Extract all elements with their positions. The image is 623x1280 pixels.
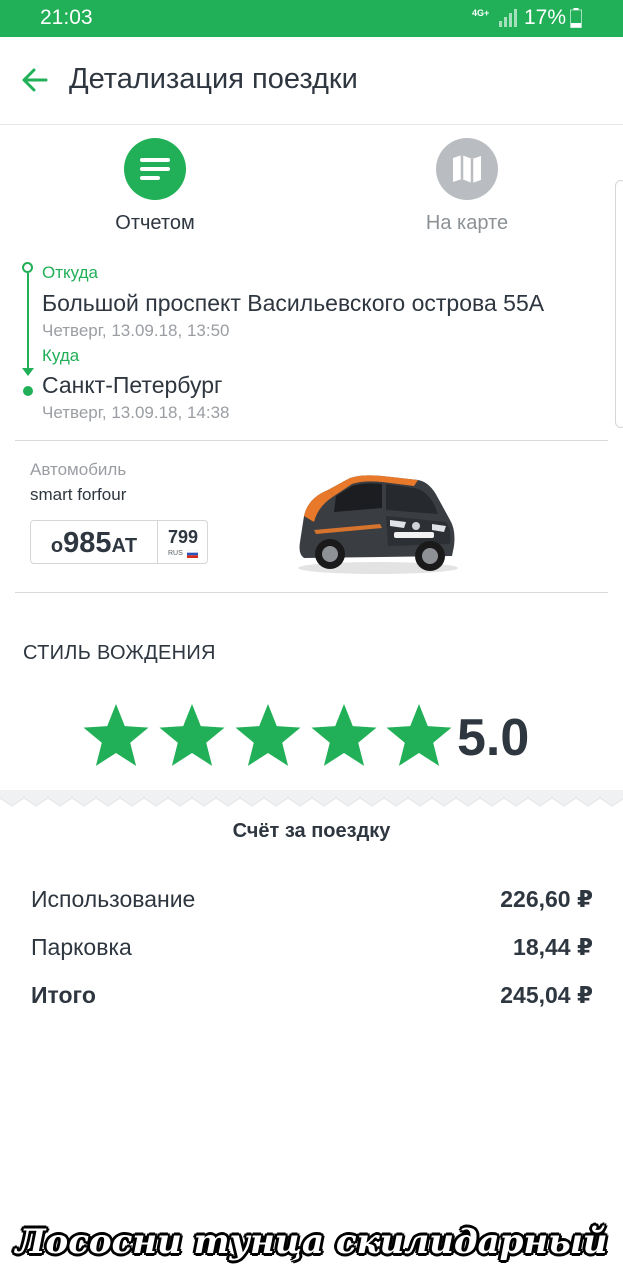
driving-style-title: СТИЛЬ ВОЖДЕНИЯ: [23, 642, 216, 664]
from-label: Откуда: [42, 263, 98, 282]
route-section: Откуда Большой проспект Васильевского ос…: [0, 258, 623, 428]
to-label: Куда: [42, 346, 80, 365]
rating-value: 5.0: [457, 709, 530, 767]
bill-row-name: Итого: [31, 982, 96, 1008]
bill-title: Счёт за поездку: [232, 820, 391, 842]
battery-percent: 17%: [524, 6, 567, 29]
plate-prefix: о: [50, 535, 64, 557]
russia-flag-icon: [187, 550, 198, 558]
list-icon: [124, 138, 186, 200]
plate-suffix: АТ: [111, 535, 138, 557]
bill-row-parking: Парковка 18,44 ₽: [31, 934, 593, 964]
watermark-caption: Лососни тунца скилидарный: [15, 1222, 608, 1262]
route-arrow-icon: [22, 368, 34, 376]
tab-report-label: Отчетом: [115, 212, 195, 234]
plate-number: о985АТ: [31, 521, 158, 563]
bill-row-amount: 18,44 ₽: [513, 934, 593, 960]
to-time: Четверг, 13.09.18, 14:38: [42, 403, 230, 422]
from-time: Четверг, 13.09.18, 13:50: [42, 321, 230, 340]
route-start-icon: [22, 262, 33, 273]
status-bar: 21:03 4G+ 17%: [0, 0, 623, 37]
plate-region: 799: [167, 527, 199, 547]
star-icon: [386, 704, 452, 766]
map-icon: [436, 138, 498, 200]
network-type: 4G+: [472, 8, 490, 18]
bill-row-amount: 245,04 ₽: [500, 982, 593, 1008]
app-bar: Детализация поездки: [0, 37, 623, 125]
from-address: Большой проспект Васильевского острова 5…: [42, 290, 545, 316]
car-model: smart forfour: [30, 485, 127, 504]
bill-row-usage: Использование 226,60 ₽: [31, 886, 593, 916]
route-end-icon: [23, 386, 33, 396]
bill-row-amount: 226,60 ₽: [500, 886, 593, 912]
page-title: Детализация поездки: [69, 63, 358, 95]
license-plate: о985АТ 799 RUS: [30, 520, 208, 564]
star-icon: [83, 704, 149, 766]
star-icon: [159, 704, 225, 766]
bill-row-name: Использование: [31, 886, 196, 912]
bill-row-name: Парковка: [31, 934, 132, 960]
car-image: [298, 475, 458, 574]
signal-icon: [499, 9, 517, 27]
plate-country: RUS: [168, 550, 183, 557]
receipt-edge: [0, 790, 623, 814]
tab-map-label: На карте: [425, 212, 509, 234]
route-line: [27, 273, 29, 375]
car-caption: Автомобиль: [30, 460, 127, 479]
star-icon: [235, 704, 301, 766]
to-address: Санкт-Петербург: [42, 372, 223, 398]
tab-report[interactable]: Отчетом: [80, 138, 230, 242]
status-time: 21:03: [40, 6, 93, 29]
star-icon: [311, 704, 377, 766]
battery-icon: [570, 8, 582, 28]
divider: [15, 440, 608, 441]
divider: [15, 592, 608, 593]
arrow-left-icon[interactable]: [20, 65, 50, 95]
bill-row-total: Итого 245,04 ₽: [31, 982, 593, 1012]
plate-digits: 985: [63, 527, 112, 559]
tab-map[interactable]: На карте: [392, 138, 542, 242]
